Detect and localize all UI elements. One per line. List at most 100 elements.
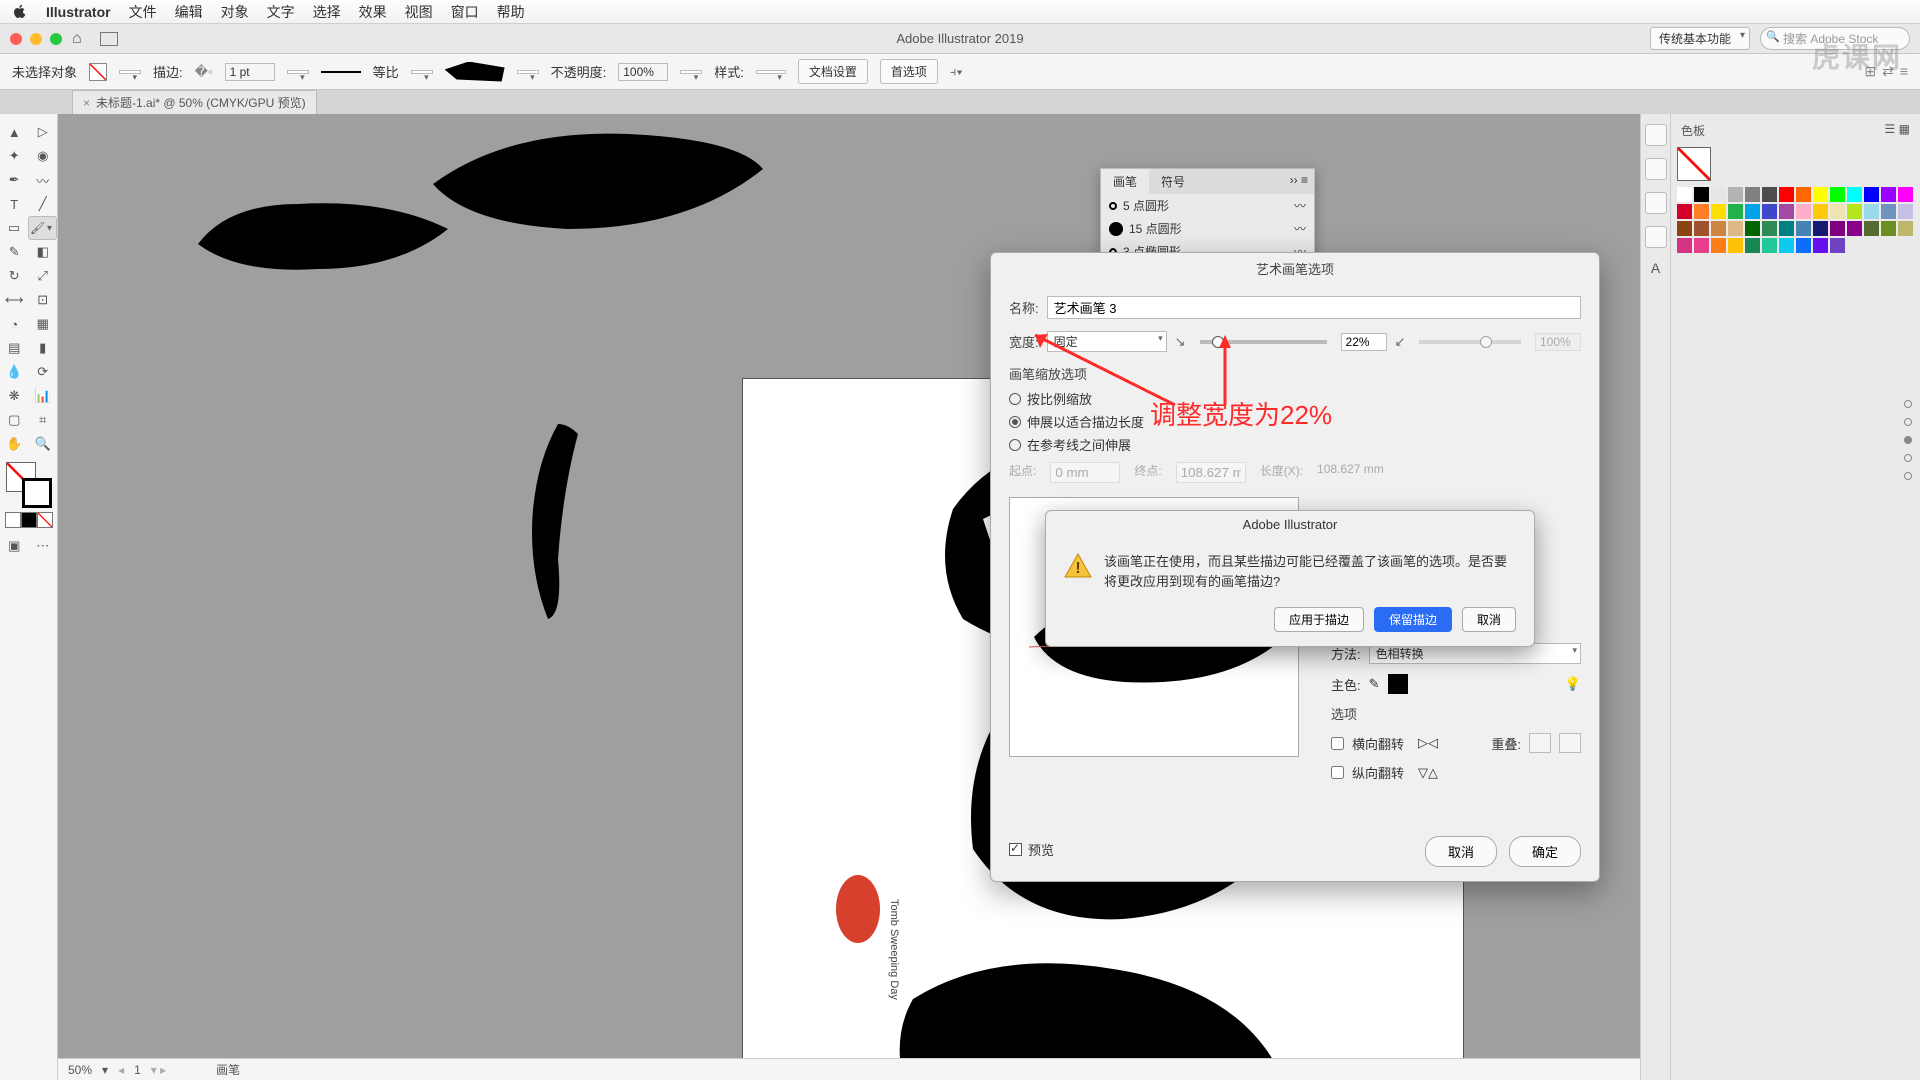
width-mode-select[interactable]: 固定 bbox=[1047, 331, 1167, 352]
swatch[interactable] bbox=[1711, 204, 1726, 219]
direct-selection-tool[interactable]: ▷ bbox=[29, 120, 58, 144]
transform-icon[interactable]: ⊞ bbox=[1864, 63, 1876, 80]
leave-strokes-button[interactable]: 保留描边 bbox=[1374, 607, 1452, 632]
swatch[interactable] bbox=[1745, 204, 1760, 219]
symbols-tab[interactable]: 符号 bbox=[1149, 169, 1197, 194]
hand-tool[interactable]: ✋ bbox=[0, 432, 29, 456]
swatch[interactable] bbox=[1677, 238, 1692, 253]
nav-dot[interactable] bbox=[1904, 436, 1912, 444]
color-mode-icon[interactable] bbox=[5, 512, 21, 528]
search-stock-input[interactable]: 搜索 Adobe Stock bbox=[1760, 27, 1910, 50]
opacity-input[interactable]: 100% bbox=[618, 63, 668, 81]
swatch[interactable] bbox=[1830, 221, 1845, 236]
zoom-level[interactable]: 50% bbox=[68, 1063, 92, 1077]
swatches-fill-stroke[interactable] bbox=[1677, 147, 1711, 181]
swatch[interactable] bbox=[1796, 187, 1811, 202]
menu-edit[interactable]: 编辑 bbox=[175, 2, 203, 22]
overlap-opt-1[interactable] bbox=[1529, 733, 1551, 753]
width-percent-input[interactable] bbox=[1341, 333, 1387, 351]
line-tool[interactable]: ╱ bbox=[29, 192, 58, 216]
brush-name-input[interactable] bbox=[1047, 296, 1581, 319]
nav-dot[interactable] bbox=[1904, 418, 1912, 426]
swatch[interactable] bbox=[1694, 221, 1709, 236]
free-transform-tool[interactable]: ⊡ bbox=[29, 288, 58, 312]
brushes-tab[interactable]: 画笔 bbox=[1101, 169, 1149, 194]
key-color-swatch[interactable] bbox=[1388, 674, 1408, 694]
workspace-switcher[interactable]: 传统基本功能 bbox=[1650, 27, 1750, 50]
character-panel-icon[interactable]: A bbox=[1651, 260, 1660, 276]
swatch[interactable] bbox=[1830, 204, 1845, 219]
align-panel-icon[interactable]: ⇄ bbox=[1882, 63, 1894, 80]
symbol-sprayer-tool[interactable]: ❋ bbox=[0, 384, 29, 408]
swatch[interactable] bbox=[1694, 238, 1709, 253]
selection-tool[interactable]: ▲ bbox=[0, 120, 29, 144]
swatch[interactable] bbox=[1728, 204, 1743, 219]
swatch[interactable] bbox=[1728, 221, 1743, 236]
style-menu[interactable] bbox=[756, 70, 786, 74]
swatch[interactable] bbox=[1847, 187, 1862, 202]
swatch[interactable] bbox=[1677, 221, 1692, 236]
close-tab-icon[interactable]: × bbox=[83, 96, 90, 110]
pen-tool[interactable]: ✒ bbox=[0, 168, 29, 192]
swatch[interactable] bbox=[1745, 221, 1760, 236]
window-minimize-icon[interactable] bbox=[30, 33, 42, 45]
artboard-nav[interactable]: 1 bbox=[134, 1063, 141, 1077]
list-view-icon[interactable]: ☰ bbox=[1885, 122, 1896, 136]
mesh-tool[interactable]: ▤ bbox=[0, 336, 29, 360]
rotate-tool[interactable]: ↻ bbox=[0, 264, 29, 288]
swatch[interactable] bbox=[1813, 221, 1828, 236]
eraser-tool[interactable]: ◧ bbox=[29, 240, 58, 264]
swatch[interactable] bbox=[1898, 187, 1913, 202]
swatch[interactable] bbox=[1813, 187, 1828, 202]
profile-menu[interactable] bbox=[411, 70, 433, 74]
eyedropper-tool[interactable]: 💧 bbox=[0, 360, 29, 384]
slice-tool[interactable]: ⌗ bbox=[29, 408, 58, 432]
swatch[interactable] bbox=[1762, 221, 1777, 236]
perspective-tool[interactable]: ▦ bbox=[29, 312, 58, 336]
preferences-button[interactable]: 首选项 bbox=[880, 59, 938, 84]
swatch[interactable] bbox=[1762, 187, 1777, 202]
shape-builder-tool[interactable]: ◔ bbox=[0, 312, 29, 336]
actions-panel-icon[interactable] bbox=[1645, 226, 1667, 248]
artboard-tool[interactable]: ▢ bbox=[0, 408, 29, 432]
gradient-tool[interactable]: ▮ bbox=[29, 336, 58, 360]
swatch[interactable] bbox=[1881, 187, 1896, 202]
overlap-opt-2[interactable] bbox=[1559, 733, 1581, 753]
panel-menu-icon[interactable]: ≡ bbox=[1900, 63, 1908, 80]
screen-mode-icon[interactable]: ▣ bbox=[0, 534, 29, 558]
tip-icon[interactable]: 💡 bbox=[1565, 676, 1581, 692]
width-tool[interactable]: ⟷ bbox=[0, 288, 29, 312]
type-tool[interactable]: T bbox=[0, 192, 29, 216]
swatch[interactable] bbox=[1796, 221, 1811, 236]
preview-checkbox[interactable] bbox=[1009, 843, 1022, 856]
swatch[interactable] bbox=[1830, 238, 1845, 253]
layers-panel-icon[interactable] bbox=[1645, 158, 1667, 180]
swatch[interactable] bbox=[1779, 187, 1794, 202]
swatch[interactable] bbox=[1677, 187, 1692, 202]
none-mode-icon[interactable] bbox=[37, 512, 53, 528]
fill-stroke-swap[interactable] bbox=[6, 462, 52, 508]
opacity-menu[interactable] bbox=[680, 70, 702, 74]
swatch[interactable] bbox=[1762, 238, 1777, 253]
swatch[interactable] bbox=[1745, 238, 1760, 253]
flip-rl-icon[interactable]: ↙ bbox=[1395, 334, 1406, 350]
fill-swatch[interactable] bbox=[89, 63, 107, 81]
swatch[interactable] bbox=[1779, 204, 1794, 219]
magic-wand-tool[interactable]: ✦ bbox=[0, 144, 29, 168]
fill-menu[interactable] bbox=[119, 70, 141, 74]
width-slider[interactable] bbox=[1200, 340, 1327, 344]
uniform-label[interactable]: 等比 bbox=[373, 62, 399, 81]
brush-item[interactable]: 15 点圆形〰 bbox=[1101, 217, 1314, 240]
brush-item[interactable]: 5 点圆形〰 bbox=[1101, 194, 1314, 217]
swatch[interactable] bbox=[1847, 221, 1862, 236]
window-zoom-icon[interactable] bbox=[50, 33, 62, 45]
menu-file[interactable]: 文件 bbox=[129, 2, 157, 22]
width-slider-2[interactable] bbox=[1419, 340, 1521, 344]
swatch[interactable] bbox=[1847, 204, 1862, 219]
swatch[interactable] bbox=[1881, 221, 1896, 236]
swatch[interactable] bbox=[1813, 204, 1828, 219]
brush-def-menu[interactable] bbox=[517, 70, 539, 74]
libraries-panel-icon[interactable] bbox=[1645, 192, 1667, 214]
menu-window[interactable]: 窗口 bbox=[451, 2, 479, 22]
menu-select[interactable]: 选择 bbox=[313, 2, 341, 22]
